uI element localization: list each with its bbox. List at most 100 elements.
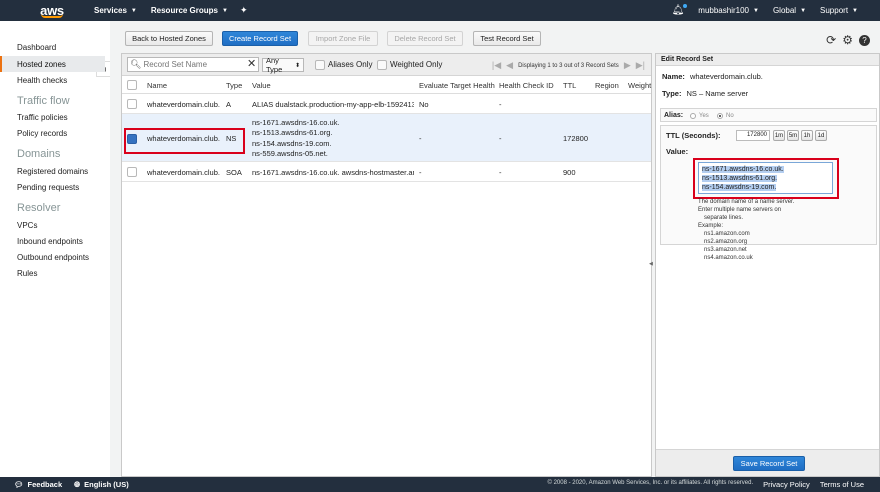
sidebar-item-outbound-endpoints[interactable]: Outbound endpoints: [17, 253, 89, 262]
hint-line: ns1.amazon.com: [704, 231, 750, 237]
cell-type: SOA: [226, 168, 242, 177]
import-zone-file-button[interactable]: Import Zone File: [308, 31, 378, 46]
pagination: |◀ ◀ Displaying 1 to 3 out of 3 Record S…: [492, 60, 645, 71]
ttl-1d-button[interactable]: 1d: [815, 130, 827, 141]
ttl-5m-button[interactable]: 5m: [787, 130, 799, 141]
sidebar-item-hosted-zones[interactable]: Hosted zones: [17, 60, 66, 69]
cell-health-check: -: [499, 134, 502, 143]
chevron-down-icon: ▼: [852, 7, 858, 14]
clear-search-icon[interactable]: ✕: [247, 57, 256, 70]
cell-evaluate: No: [419, 100, 429, 109]
support-label: Support: [820, 6, 849, 15]
cell-value: ALIAS dualstack.production-my-app-elb-15…: [252, 100, 414, 109]
cell-evaluate: -: [419, 168, 422, 177]
panel-collapse-icon[interactable]: ◀: [649, 261, 653, 267]
last-page-icon[interactable]: ▶|: [636, 60, 645, 71]
bell-icon[interactable]: 🔔︎: [672, 4, 688, 16]
sidebar-item-registered-domains[interactable]: Registered domains: [17, 167, 88, 176]
record-sets-table-panel: 🔍︎ ✕ Any Type ⬍ Aliases Only Weighted On…: [121, 53, 652, 477]
highlight-box: [124, 128, 245, 154]
search-box[interactable]: 🔍︎: [127, 57, 259, 72]
alias-no-radio[interactable]: [717, 113, 723, 119]
gear-icon[interactable]: ⚙: [842, 33, 853, 47]
sidebar-item-dashboard[interactable]: Dashboard: [17, 43, 56, 52]
edit-type-label: Type:: [662, 89, 682, 98]
copyright-text: © 2008 - 2020, Amazon Web Services, Inc.…: [547, 480, 754, 486]
sidebar-item-vpcs[interactable]: VPCs: [17, 221, 37, 230]
support-menu[interactable]: Support ▼: [820, 6, 858, 15]
save-bar: Save Record Set: [656, 449, 879, 476]
aws-logo[interactable]: aws: [30, 4, 74, 18]
notification-dot: [683, 4, 688, 8]
resource-groups-label: Resource Groups: [150, 6, 219, 15]
save-record-set-button[interactable]: Save Record Set: [733, 456, 805, 471]
terms-of-use-link[interactable]: Terms of Use: [820, 480, 864, 489]
sidebar-item-health-checks[interactable]: Health checks: [17, 76, 67, 85]
col-ttl[interactable]: TTL: [563, 81, 576, 90]
updown-arrows-icon: ⬍: [294, 62, 300, 69]
col-region[interactable]: Region: [595, 81, 619, 90]
nav-right-group: 🔔︎ mubbashir100 ▼ Global ▼ Support ▼: [672, 4, 858, 16]
col-weight[interactable]: Weight: [628, 81, 651, 90]
type-filter-select[interactable]: Any Type ⬍: [262, 56, 304, 74]
services-menu[interactable]: Services ▼: [94, 6, 137, 15]
test-record-set-button[interactable]: Test Record Set: [473, 31, 541, 46]
edit-name-label: Name:: [662, 72, 685, 81]
weighted-only-checkbox[interactable]: [377, 60, 387, 70]
footer-left: 💬︎ Feedback 🌐︎ English (US): [14, 480, 129, 490]
next-page-icon[interactable]: ▶: [624, 60, 631, 71]
create-record-set-button[interactable]: Create Record Set: [222, 31, 298, 46]
ttl-1h-button[interactable]: 1h: [801, 130, 813, 141]
edit-name-row: Name: whateverdomain.club.: [662, 72, 763, 81]
refresh-icon[interactable]: ⟳: [826, 33, 836, 47]
edit-type-value: NS – Name server: [686, 89, 749, 98]
region-menu[interactable]: Global ▼: [773, 6, 806, 15]
highlight-box: [693, 158, 839, 199]
type-filter-value: Any Type: [266, 56, 283, 74]
chevron-down-icon: ▼: [800, 7, 807, 14]
select-all-checkbox[interactable]: [127, 80, 137, 90]
prev-page-icon[interactable]: ◀: [506, 60, 513, 71]
table-row[interactable]: whateverdomain.club. SOA ns-1671.awsdns-…: [122, 162, 651, 182]
ttl-1m-button[interactable]: 1m: [773, 130, 785, 141]
edit-record-set-panel: Edit Record Set Name: whateverdomain.club…: [655, 53, 880, 477]
cell-value: ns-1671.awsdns-16.co.uk. awsdns-hostmast…: [252, 168, 414, 177]
alias-yes-radio[interactable]: [690, 113, 696, 119]
col-name[interactable]: Name: [147, 81, 167, 90]
language-link[interactable]: English (US): [84, 480, 129, 489]
delete-record-set-button[interactable]: Delete Record Set: [387, 31, 463, 46]
record-set-name-input[interactable]: [143, 60, 244, 69]
cell-ttl: 172800: [563, 134, 589, 143]
cell-value-line: ns-1513.awsdns-61.org.: [252, 128, 333, 137]
table-row[interactable]: whateverdomain.club. A ALIAS dualstack.p…: [122, 94, 651, 114]
cell-name: whateverdomain.club.: [147, 100, 220, 109]
pin-icon[interactable]: ✦: [240, 5, 248, 16]
sidebar-item-traffic-policies[interactable]: Traffic policies: [17, 113, 68, 122]
sidebar-item-inbound-endpoints[interactable]: Inbound endpoints: [17, 237, 83, 246]
feedback-link[interactable]: Feedback: [28, 480, 63, 489]
help-icon[interactable]: ?: [859, 35, 870, 46]
row-checkbox[interactable]: [127, 167, 137, 177]
first-page-icon[interactable]: |◀: [492, 60, 501, 71]
aliases-only-checkbox[interactable]: [315, 60, 325, 70]
col-value[interactable]: Value: [252, 81, 271, 90]
col-evaluate-target-health[interactable]: Evaluate Target Health: [419, 81, 495, 90]
back-to-hosted-zones-button[interactable]: Back to Hosted Zones: [125, 31, 213, 46]
col-health-check-id[interactable]: Health Check ID: [499, 81, 554, 90]
toolbar-icons: ⟳ ⚙ ?: [826, 33, 870, 47]
alias-box: Alias: Yes No: [660, 108, 877, 122]
region-label: Global: [772, 6, 797, 15]
feedback-icon: 💬︎: [14, 480, 24, 489]
ttl-input[interactable]: 172800: [736, 130, 770, 141]
globe-icon: 🌐︎: [74, 479, 81, 489]
sidebar-item-rules[interactable]: Rules: [17, 269, 37, 278]
row-checkbox[interactable]: [127, 99, 137, 109]
services-label: Services: [94, 6, 127, 15]
col-type[interactable]: Type: [226, 81, 242, 90]
resource-groups-menu[interactable]: Resource Groups ▼: [151, 6, 228, 15]
account-menu[interactable]: mubbashir100 ▼: [698, 6, 759, 15]
sidebar-item-policy-records[interactable]: Policy records: [17, 129, 67, 138]
privacy-policy-link[interactable]: Privacy Policy: [763, 480, 810, 489]
sidebar-item-pending-requests[interactable]: Pending requests: [17, 183, 79, 192]
cell-name: whateverdomain.club.: [147, 168, 220, 177]
